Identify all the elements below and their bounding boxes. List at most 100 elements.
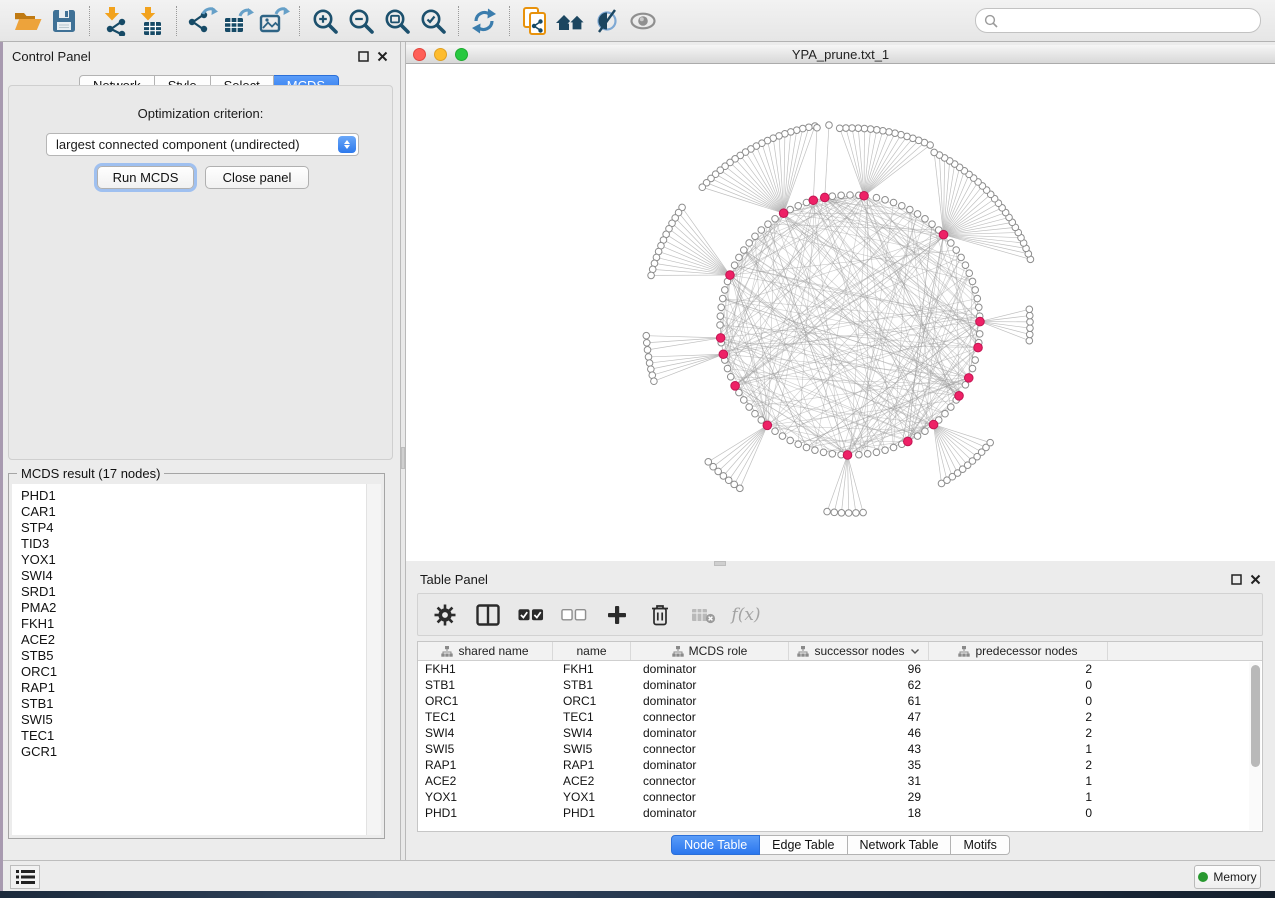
- member-node[interactable]: [731, 262, 738, 269]
- satellite-node[interactable]: [892, 130, 899, 137]
- result-list-scrollbar[interactable]: [367, 484, 381, 835]
- table-row[interactable]: TEC1TEC1connector472: [418, 709, 1262, 725]
- satellite-node[interactable]: [867, 126, 874, 133]
- import-table-button[interactable]: [133, 4, 169, 38]
- member-node[interactable]: [873, 194, 880, 201]
- mcds-result-item[interactable]: PHD1: [21, 488, 366, 504]
- table-cell[interactable]: dominator: [631, 677, 789, 693]
- member-node[interactable]: [914, 211, 921, 218]
- table-cell[interactable]: 18: [789, 805, 929, 821]
- table-cell[interactable]: STB1: [418, 677, 553, 693]
- mcds-result-item[interactable]: STB1: [21, 696, 366, 712]
- mcds-result-item[interactable]: YOX1: [21, 552, 366, 568]
- member-node[interactable]: [929, 221, 936, 228]
- table-cell[interactable]: 2: [929, 757, 1108, 773]
- member-node[interactable]: [727, 373, 734, 380]
- satellite-node[interactable]: [845, 510, 852, 517]
- mcds-result-item[interactable]: PMA2: [21, 600, 366, 616]
- mcds-result-item[interactable]: STB5: [21, 648, 366, 664]
- search-input[interactable]: [998, 14, 1252, 28]
- member-node[interactable]: [966, 270, 973, 277]
- member-node[interactable]: [717, 313, 724, 320]
- dominator-node[interactable]: [731, 382, 740, 391]
- member-node[interactable]: [838, 192, 845, 199]
- split-panel-button[interactable]: [475, 601, 501, 629]
- table-cell[interactable]: 2: [929, 725, 1108, 741]
- member-node[interactable]: [736, 254, 743, 261]
- table-cell[interactable]: 0: [929, 693, 1108, 709]
- table-cell[interactable]: 61: [789, 693, 929, 709]
- member-node[interactable]: [772, 428, 779, 435]
- satellite-node[interactable]: [831, 509, 838, 516]
- member-node[interactable]: [820, 449, 827, 456]
- satellite-node[interactable]: [649, 266, 656, 273]
- select-all-button[interactable]: [518, 601, 544, 629]
- dominator-node[interactable]: [820, 193, 829, 202]
- column-header-shared-name[interactable]: shared name: [418, 642, 553, 660]
- member-node[interactable]: [847, 192, 854, 199]
- satellite-node[interactable]: [987, 439, 994, 446]
- table-cell[interactable]: 2: [929, 709, 1108, 725]
- table-row[interactable]: SWI4SWI4dominator462: [418, 725, 1262, 741]
- table-row[interactable]: SWI5SWI5connector431: [418, 741, 1262, 757]
- float-panel-icon[interactable]: [1231, 574, 1242, 585]
- table-cell[interactable]: dominator: [631, 693, 789, 709]
- dominator-node[interactable]: [716, 334, 725, 343]
- satellite-node[interactable]: [860, 509, 867, 516]
- table-cell[interactable]: YOX1: [553, 789, 631, 805]
- satellite-node[interactable]: [646, 360, 653, 367]
- dominator-node[interactable]: [763, 421, 772, 430]
- member-node[interactable]: [922, 215, 929, 222]
- add-column-button[interactable]: [604, 601, 630, 629]
- satellite-node[interactable]: [1026, 331, 1033, 338]
- satellite-node[interactable]: [737, 485, 744, 492]
- member-node[interactable]: [972, 287, 979, 294]
- satellite-node[interactable]: [1027, 319, 1034, 326]
- member-node[interactable]: [948, 404, 955, 411]
- dominator-node[interactable]: [843, 451, 852, 460]
- import-network-button[interactable]: [97, 4, 133, 38]
- tab-node-table[interactable]: Node Table: [671, 835, 760, 855]
- member-node[interactable]: [718, 304, 725, 311]
- mcds-result-item[interactable]: CAR1: [21, 504, 366, 520]
- dominator-node[interactable]: [809, 196, 818, 205]
- export-table-button[interactable]: [220, 4, 256, 38]
- table-cell[interactable]: 31: [789, 773, 929, 789]
- member-node[interactable]: [882, 197, 889, 204]
- dominator-node[interactable]: [974, 343, 983, 352]
- table-cell[interactable]: 1: [929, 773, 1108, 789]
- table-cell[interactable]: YOX1: [418, 789, 553, 805]
- network-window-titlebar[interactable]: YPA_prune.txt_1: [406, 45, 1275, 64]
- satellite-node[interactable]: [873, 127, 880, 134]
- table-cell[interactable]: SWI4: [553, 725, 631, 741]
- satellite-node[interactable]: [645, 354, 652, 361]
- close-panel-button[interactable]: Close panel: [205, 166, 309, 189]
- member-node[interactable]: [873, 449, 880, 456]
- table-cell[interactable]: 96: [789, 661, 929, 677]
- member-node[interactable]: [942, 410, 949, 417]
- member-node[interactable]: [969, 365, 976, 372]
- satellite-node[interactable]: [843, 125, 850, 132]
- table-scrollbar[interactable]: [1249, 662, 1261, 830]
- table-cell[interactable]: 46: [789, 725, 929, 741]
- table-cell[interactable]: ACE2: [553, 773, 631, 789]
- table-cell[interactable]: SWI4: [418, 725, 553, 741]
- tab-edge-table[interactable]: Edge Table: [760, 835, 847, 855]
- deselect-all-button[interactable]: [561, 601, 587, 629]
- member-node[interactable]: [922, 428, 929, 435]
- member-node[interactable]: [976, 331, 983, 338]
- double-home-button[interactable]: [553, 4, 589, 38]
- member-node[interactable]: [765, 221, 772, 228]
- table-cell[interactable]: TEC1: [553, 709, 631, 725]
- table-cell[interactable]: RAP1: [553, 757, 631, 773]
- dominator-node[interactable]: [860, 191, 869, 200]
- member-node[interactable]: [953, 247, 960, 254]
- zoom-selected-button[interactable]: [415, 4, 451, 38]
- member-node[interactable]: [795, 202, 802, 209]
- table-cell[interactable]: dominator: [631, 661, 789, 677]
- dominator-node[interactable]: [955, 392, 964, 401]
- dominator-node[interactable]: [939, 230, 948, 239]
- table-scrollbar-thumb[interactable]: [1251, 665, 1260, 767]
- table-cell[interactable]: 47: [789, 709, 929, 725]
- table-cell[interactable]: 43: [789, 741, 929, 757]
